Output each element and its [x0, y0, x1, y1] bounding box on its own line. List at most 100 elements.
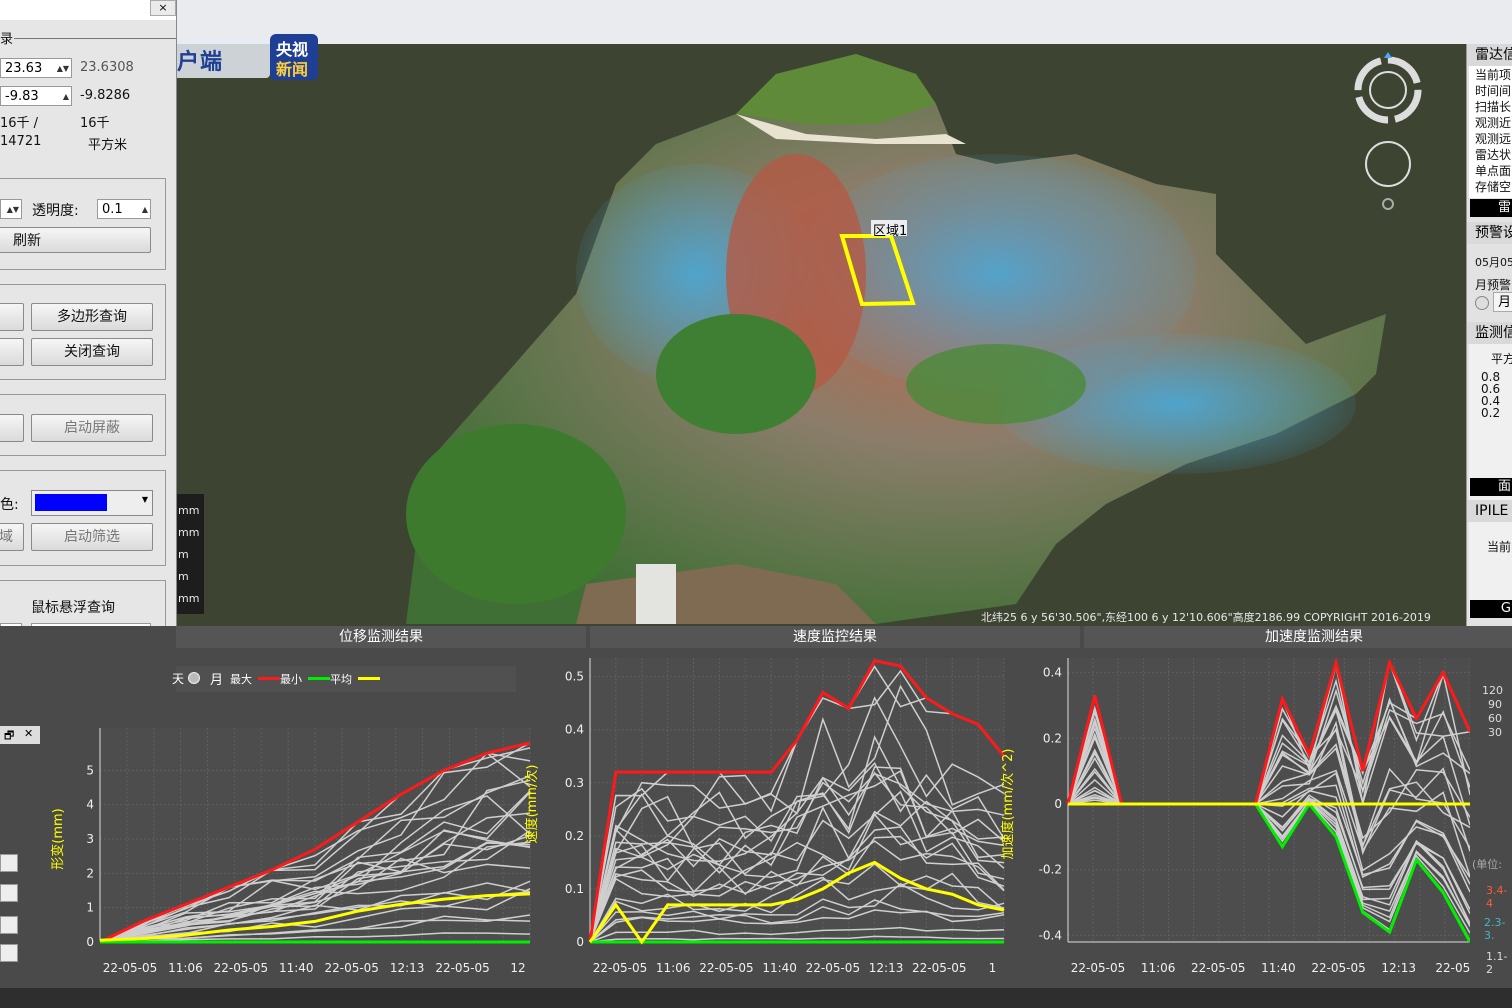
scale-label: m	[178, 548, 189, 561]
ipile-status-bar: G	[1470, 600, 1512, 618]
cctv-logo: 央视 新闻	[270, 34, 318, 80]
x-tick-label: 12:13	[390, 961, 425, 975]
right-info-panel: 雷达信 当前项 时间间 扫描长 观测近 观测远 雷达状 单点面 存储空 雷 预警…	[1466, 44, 1512, 628]
color-picker[interactable]: ▼	[31, 490, 153, 516]
group-label: 录	[0, 32, 14, 47]
x-tick-label: 11:06	[1141, 961, 1176, 975]
display-group	[0, 178, 166, 270]
side-tick: 90	[1488, 698, 1502, 711]
y-tick-label: -0.4	[1039, 928, 1062, 942]
enable-mask-button[interactable]: 启动屏蔽	[31, 414, 153, 442]
status-bar	[0, 988, 1512, 1008]
divider	[14, 38, 176, 39]
month-option[interactable]: 月	[1493, 292, 1512, 312]
y-tick-label: -0.2	[1039, 863, 1062, 877]
y-tick-label: 4	[86, 798, 94, 812]
x-tick-label: 22-05-05	[593, 961, 647, 975]
range-label: 2.3-3.	[1484, 916, 1506, 942]
x-tick-label: 12	[510, 961, 525, 975]
refresh-button[interactable]: 刷新	[0, 227, 151, 253]
enable-filter-button[interactable]: 启动筛选	[31, 523, 153, 551]
color-label: 色:	[0, 497, 19, 513]
warning-monthly: 月预警	[1475, 278, 1512, 292]
x-tick-label: 11:40	[279, 961, 314, 975]
x-tick-label: 22-05-05	[1311, 961, 1365, 975]
query-left-button[interactable]	[0, 303, 24, 331]
opacity-value: 0.1	[102, 202, 123, 217]
radar-line: 时间间	[1475, 84, 1512, 98]
side-tick: 60	[1488, 712, 1502, 725]
x-tick-label: 12:13	[1381, 961, 1416, 975]
hover-query-label: 鼠标悬浮查询	[31, 600, 115, 616]
partial-legend-panel: 120 90 60 30 (单位: 3.4-4 2.3-3. 1.1-2	[1470, 650, 1512, 988]
y-tick-label: 3	[86, 832, 94, 846]
y-tick-label: 0	[1054, 797, 1062, 811]
value-spinner[interactable]: ▲▼	[0, 199, 22, 219]
monitor-tick: 0.2	[1481, 406, 1501, 420]
y-tick-label: 2	[86, 866, 94, 880]
longitude-value: -9.83	[5, 89, 39, 104]
range-text-b: 16千	[80, 116, 110, 131]
y-tick-label: 0.4	[565, 723, 584, 737]
close-icon[interactable]: ×	[150, 0, 176, 16]
map-viewport[interactable]: 区域1 北纬25 6 y 56'30.506",东经100 6 y 12'10.…	[176, 44, 1466, 626]
y-tick-label: 0.4	[1043, 666, 1062, 680]
warning-date: 05月05	[1475, 256, 1512, 269]
radar-line: 扫描长	[1475, 100, 1512, 114]
y-tick-label: 0.2	[565, 829, 584, 843]
y-tick-label: 0	[576, 935, 584, 949]
opacity-label: 透明度:	[32, 203, 79, 219]
x-tick-label: 11:06	[168, 961, 203, 975]
charts-canvas: 012345形变(mm)22-05-05 11:06 22-05-05 11:40 22…	[50, 656, 1482, 975]
range-label: 1.1-2	[1486, 950, 1508, 976]
side-tick: 30	[1488, 726, 1502, 739]
area-unit: 平方米	[88, 138, 128, 153]
radar-line: 观测远	[1475, 132, 1512, 146]
opacity-spinner[interactable]: 0.1 ▲	[97, 199, 151, 219]
chevron-down-icon: ▼	[141, 495, 148, 504]
radar-line: 当前项	[1475, 68, 1512, 82]
unit-label: (单位:	[1472, 858, 1502, 871]
longitude-spinner[interactable]: -9.83 ▲	[0, 86, 72, 106]
warning-title: 预警设	[1467, 222, 1512, 244]
scale-label: mm	[178, 526, 200, 539]
mask-left-button[interactable]	[0, 414, 24, 442]
close-query-button[interactable]: 关闭查询	[31, 338, 153, 366]
x-tick-label: 22-05-05	[435, 961, 489, 975]
x-tick-label: 1	[989, 961, 997, 975]
x-tick-label: 11:40	[762, 961, 797, 975]
latitude-spinner[interactable]: 23.63 ▲▼	[0, 58, 72, 78]
scale-label: m	[178, 570, 189, 583]
radar-info-title: 雷达信	[1467, 44, 1512, 66]
latitude-value: 23.63	[5, 61, 43, 76]
x-tick-label: 22-05-05	[324, 961, 378, 975]
x-tick-label: 22-05-05	[699, 961, 753, 975]
radar-line: 单点面	[1475, 164, 1512, 178]
radar-line: 雷达状	[1475, 148, 1512, 162]
query-left-button-2[interactable]	[0, 338, 24, 366]
scale-legend: mm mm m m mm	[176, 494, 204, 614]
color-swatch	[35, 494, 107, 511]
navigation-controls[interactable]	[1354, 50, 1434, 210]
radar-line: 观测近	[1475, 116, 1512, 130]
scale-label: mm	[178, 592, 200, 605]
y-tick-label: 0.2	[1043, 731, 1062, 745]
left-control-panel: × 录 23.63 ▲▼ 23.6308 -9.83 ▲ -9.8286 16千 /…	[0, 0, 177, 722]
y-tick-label: 0.3	[565, 776, 584, 790]
area-value: 14721	[0, 134, 42, 149]
ipile-title: IPILE	[1467, 500, 1512, 522]
panel-header: ×	[0, 0, 176, 20]
filter-left-button[interactable]: 域	[0, 523, 24, 551]
month-radio[interactable]	[1475, 296, 1489, 310]
monitor-status-bar: 面	[1470, 478, 1512, 496]
scale-label: mm	[178, 504, 200, 517]
longitude-exact: -9.8286	[80, 88, 131, 103]
monitor-unit: 平方	[1491, 352, 1512, 366]
region-label: 区域1	[873, 224, 908, 239]
x-tick-label: 11:06	[656, 961, 691, 975]
y-tick-label: 1	[86, 901, 94, 915]
x-tick-label: 11:40	[1261, 961, 1296, 975]
polygon-query-button[interactable]: 多边形查询	[31, 303, 153, 331]
y-tick-label: 0	[86, 935, 94, 949]
badge-bottom-text: 新闻	[276, 60, 309, 79]
